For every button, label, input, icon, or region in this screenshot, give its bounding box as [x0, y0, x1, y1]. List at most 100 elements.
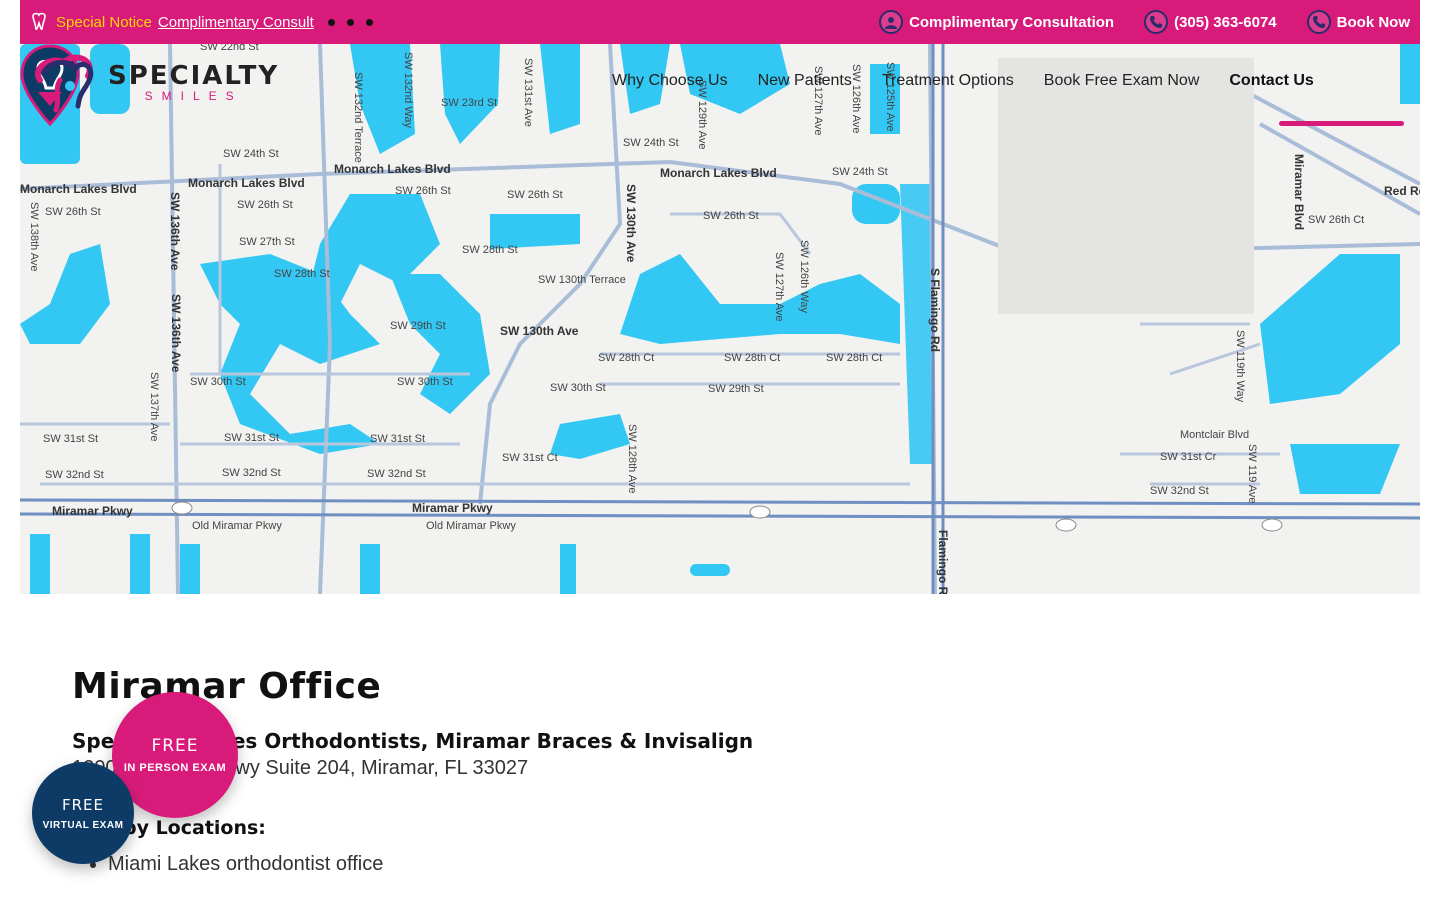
map-label: SW 31st Ct — [502, 452, 558, 464]
map-label: SW 127th Ave — [773, 252, 785, 322]
nav-why-choose-us[interactable]: Why Choose Us — [612, 72, 728, 90]
list-item[interactable]: Miami Lakes orthodontist office — [108, 853, 1372, 876]
map-label: Montclair Blvd — [1180, 429, 1250, 441]
nav-contact-us[interactable]: Contact Us — [1229, 72, 1313, 90]
map-label: SW 29th St — [390, 320, 446, 332]
map-label: Old Miramar Pkwy — [426, 520, 516, 532]
map-label: SW 132nd Way — [402, 52, 414, 129]
specialty-smiles-logo[interactable]: SPECIALTY SMILES — [30, 50, 279, 114]
map-label: SW 32nd St — [45, 469, 104, 481]
office-info: Miramar Office Specialty Smiles Orthodon… — [72, 666, 1372, 876]
office-map[interactable]: SW 22nd St SW 23rd St SW 24th St SW 24th… — [20, 44, 1420, 594]
map-label: SW 31st Cr — [1160, 451, 1217, 463]
map-label: SW 31st St — [43, 433, 99, 445]
map-label: SW 138th Ave — [28, 202, 40, 272]
map-label: SW 32nd St — [222, 467, 281, 479]
nearby-locations-list: Miami Lakes orthodontist office — [108, 853, 1372, 876]
nav-book-free-exam[interactable]: Book Free Exam Now — [1044, 72, 1200, 90]
map-label: SW 131st Ave — [522, 58, 534, 127]
phone-icon — [1144, 10, 1169, 34]
map-label: Miramar Pkwy — [52, 504, 133, 518]
cta-small-label: IN PERSON EXAM — [123, 762, 227, 774]
nav-active-indicator — [1279, 121, 1404, 126]
map-label: SW 28th Ct — [826, 352, 883, 364]
office-name: Specialty Smiles Orthodontists, Miramar … — [72, 729, 754, 753]
complimentary-consultation-label: Complimentary Consultation — [909, 13, 1115, 31]
map-label: SW 30th St — [397, 376, 453, 388]
map-label: SW 119th Way — [1234, 330, 1246, 403]
map-label: SW 32nd St — [367, 468, 426, 480]
map-label: SW 31st St — [370, 433, 426, 445]
carousel-dots — [327, 18, 373, 26]
map-label: SW 26th St — [507, 189, 563, 201]
top-announcement-bar: Special Notice Complimentary Consult Com… — [20, 0, 1420, 44]
special-notice: Special Notice Complimentary Consult — [20, 11, 373, 33]
map-label: SW 129th Ave — [696, 80, 708, 150]
special-notice-label: Special Notice — [56, 13, 152, 31]
cta-big-label: FREE — [61, 795, 104, 814]
office-address: 12000 Miramar Pkwy Suite 204, Miramar, F… — [72, 757, 529, 779]
map-label: SW 132nd Terrace — [352, 72, 364, 163]
tooth-icon — [28, 11, 50, 33]
map-label: SW 137th Ave — [148, 372, 160, 442]
nav-new-patients[interactable]: New Patients — [758, 72, 852, 90]
book-now-link[interactable]: Book Now — [1306, 10, 1410, 34]
logo-title: SPECIALTY — [108, 61, 280, 91]
tooth-logo-icon — [35, 54, 94, 113]
phone-link[interactable]: (305) 363-6074 — [1144, 10, 1277, 34]
map-label: S Flamingo Rd — [928, 268, 942, 352]
map-label: SW 24th St — [623, 137, 679, 149]
map-label: Red Rd — [1384, 184, 1420, 198]
main-nav: Why Choose Us New Patients Treatment Opt… — [612, 72, 1314, 90]
map-label: SW 28th Ct — [598, 352, 655, 364]
map-label: SW 30th St — [550, 382, 606, 394]
phone-icon — [1306, 10, 1331, 34]
location-link[interactable]: Miami Lakes orthodontist office — [108, 853, 383, 875]
cta-big-label: FREE — [151, 736, 199, 756]
map-label: Monarch Lakes Blvd — [660, 166, 777, 180]
map-label: SW 128th Ave — [626, 424, 638, 494]
map-label: Monarch Lakes Blvd — [188, 176, 305, 190]
map-label: SW 130th Terrace — [538, 274, 626, 286]
page-title: Miramar Office — [72, 666, 382, 707]
map-label: SW 136th Ave — [169, 294, 183, 373]
nearby-locations-heading: Nearby Locations: — [72, 817, 266, 839]
complimentary-consult-link[interactable]: Complimentary Consult — [158, 14, 314, 31]
map-label: Old Miramar Pkwy — [192, 520, 282, 532]
map-label: SW 29th St — [708, 383, 764, 395]
map-label: SW 136th Ave — [168, 192, 182, 271]
map-label: Monarch Lakes Blvd — [20, 182, 137, 196]
carousel-dot[interactable] — [327, 18, 335, 26]
carousel-dot[interactable] — [346, 18, 354, 26]
map-label: SW 130th Ave — [500, 324, 579, 338]
map-label: Miramar Blvd — [1292, 154, 1306, 231]
cta-small-label: VIRTUAL EXAM — [42, 819, 124, 831]
office-phone[interactable]: (305) 250-0303 — [72, 784, 1372, 807]
phone-label: (305) 363-6074 — [1174, 13, 1277, 31]
map-label: Flamingo Rd — [936, 530, 950, 594]
map-label: SW 23rd St — [441, 97, 498, 109]
map-label: SW 27th St — [239, 236, 295, 248]
nav-treatment-options[interactable]: Treatment Options — [882, 72, 1014, 90]
map-label: SW 26th Ct — [1308, 214, 1365, 226]
complimentary-consultation-link[interactable]: Complimentary Consultation — [879, 10, 1114, 34]
map-label: SW 24th St — [223, 148, 279, 160]
map-label: SW 28th Ct — [724, 352, 781, 364]
map-label: SW 26th St — [395, 185, 451, 197]
map-label: Monarch Lakes Blvd — [334, 162, 451, 176]
map-tile-placeholder — [998, 58, 1254, 314]
map-label: SW 31st St — [224, 432, 280, 444]
map-label: Miramar Pkwy — [412, 501, 493, 515]
map-label: SW 30th St — [190, 376, 246, 388]
map-label: SW 28th St — [274, 268, 330, 280]
book-now-label: Book Now — [1336, 13, 1410, 31]
logo-tagline: SMILES — [144, 89, 243, 103]
map-label: SW 32nd St — [1150, 485, 1209, 497]
free-virtual-exam-button[interactable]: FREE VIRTUAL EXAM — [32, 762, 134, 864]
map-label: SW 119 Ave — [1246, 444, 1258, 504]
map-label: SW 130th Ave — [624, 184, 638, 263]
map-label: SW 126th Way — [798, 240, 810, 313]
carousel-dot[interactable] — [365, 18, 373, 26]
map-label: SW 26th St — [237, 199, 293, 211]
user-icon — [879, 10, 904, 34]
